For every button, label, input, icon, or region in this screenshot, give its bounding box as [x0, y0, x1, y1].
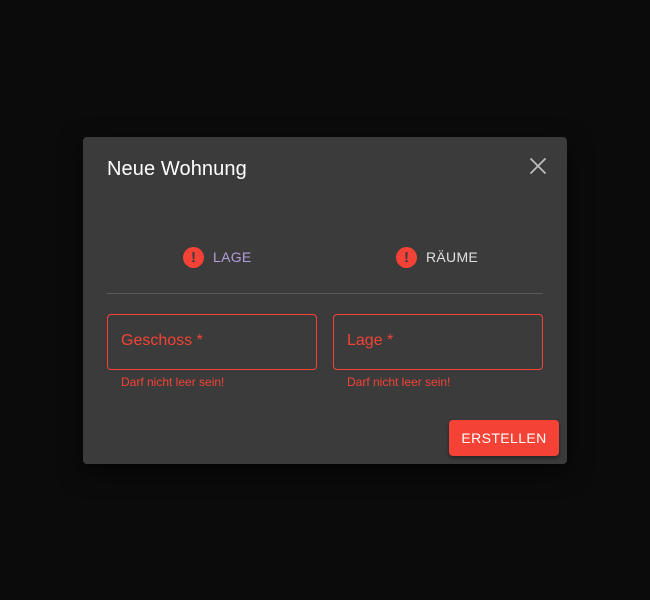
step-raeume[interactable]: ! RÄUME [396, 229, 478, 285]
dialog-title: Neue Wohnung [107, 158, 247, 180]
geschoss-field: Geschoss * Darf nicht leer sein! [107, 314, 317, 389]
new-apartment-dialog: Neue Wohnung ! LAGE ! RÄUME Geschoss * D… [83, 137, 567, 464]
stepper: ! LAGE ! RÄUME [107, 229, 543, 285]
geschoss-error: Darf nicht leer sein! [121, 375, 225, 389]
close-button[interactable] [526, 154, 550, 178]
geschoss-input[interactable] [121, 314, 301, 368]
error-icon: ! [183, 246, 204, 268]
lage-field: Lage * Darf nicht leer sein! [333, 314, 543, 389]
step-label: RÄUME [426, 249, 479, 265]
step-label: LAGE [213, 249, 252, 265]
error-icon: ! [396, 246, 417, 268]
lage-input[interactable] [347, 314, 527, 368]
close-icon [530, 158, 546, 174]
divider [107, 293, 543, 294]
lage-error: Darf nicht leer sein! [347, 375, 451, 389]
create-button[interactable]: ERSTELLEN [449, 420, 559, 456]
step-lage[interactable]: ! LAGE [183, 229, 252, 285]
